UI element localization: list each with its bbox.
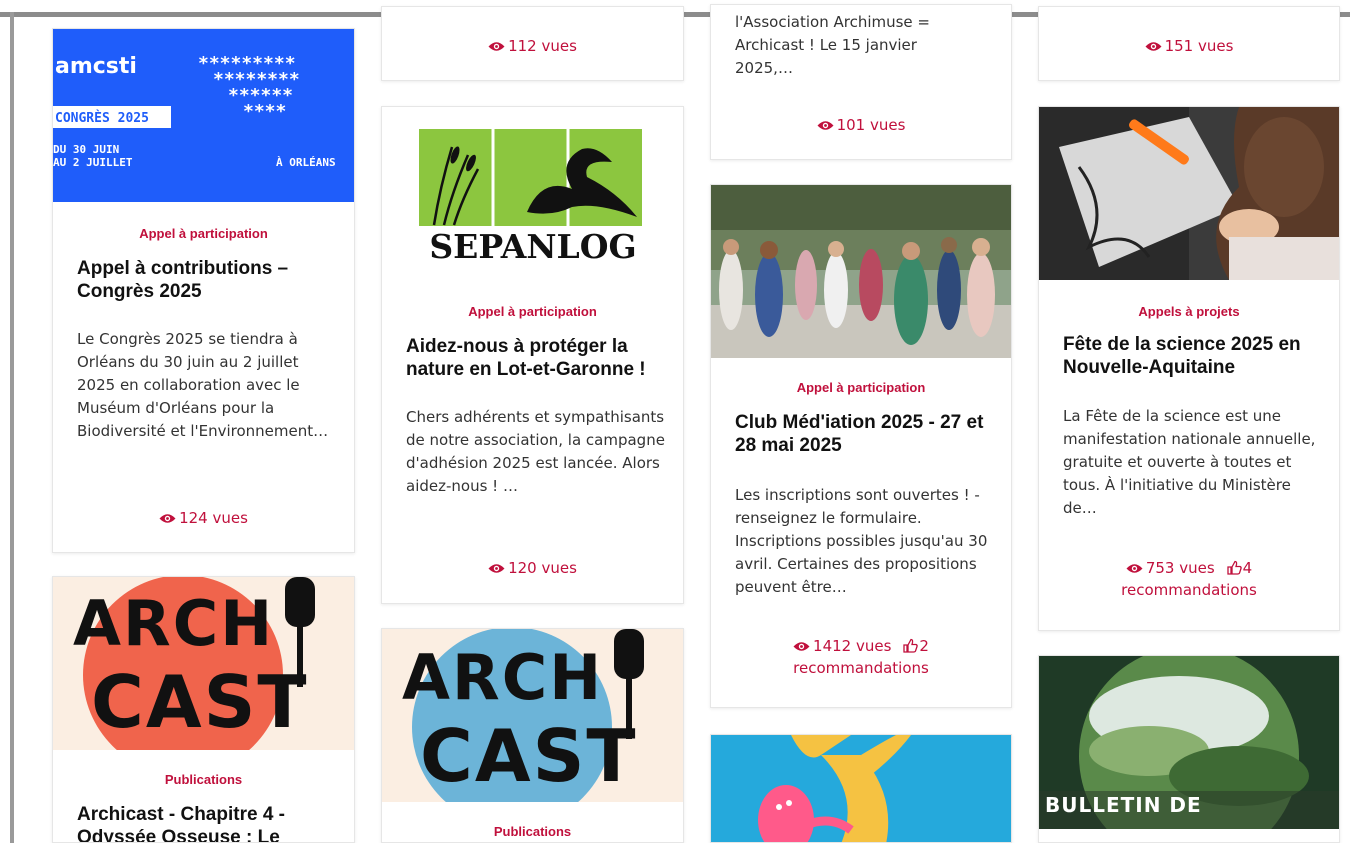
card-excerpt: l'Association Archimuse = Archicast ! Le…	[735, 13, 930, 77]
views-count: 101 vues	[836, 116, 906, 134]
card-title[interactable]: Fête de la science 2025 en Nouvelle-Aqui…	[1063, 333, 1321, 379]
card-views: 112 vues	[382, 35, 683, 57]
banner-dates-1: DU 30 JUIN	[53, 143, 119, 156]
eye-icon	[817, 121, 834, 130]
card-excerpt: Le Congrès 2025 se tiendra à Orléans du …	[77, 330, 329, 440]
thumbs-up-icon[interactable]	[903, 638, 919, 653]
banner-dates-2: AU 2 JUILLET	[53, 156, 133, 169]
card-views: 151 vues	[1039, 35, 1339, 57]
archicast-line2: CAST	[91, 660, 309, 744]
article-card-fete-science[interactable]: Appels à projets Fête de la science 2025…	[1038, 106, 1340, 631]
archicast-line1: ARCH	[73, 587, 274, 660]
sepanlog-text: SEPANLOG	[429, 227, 636, 266]
card-excerpt: La Fête de la science est une manifestat…	[1063, 407, 1316, 517]
article-card-illustration[interactable]	[710, 734, 1012, 843]
card-category[interactable]: Appel à participation	[711, 380, 1011, 395]
card-views: 101 vues	[711, 114, 1011, 136]
eye-icon	[1126, 564, 1143, 573]
card-image-glass-ball: BULLETIN DE	[1039, 656, 1339, 829]
card-excerpt: Chers adhérents et sympathisants de notr…	[406, 408, 665, 495]
card-category[interactable]: Appel à participation	[382, 304, 683, 319]
archicast-red-graphic: ARCH CAST	[53, 577, 354, 750]
article-card-archimuse-partial[interactable]: l'Association Archimuse = Archicast ! Le…	[710, 4, 1012, 160]
views-count: 124 vues	[179, 509, 248, 527]
recos-count: 2	[919, 637, 929, 655]
card-views: 753 vues 4 recommandations	[1039, 557, 1339, 601]
card-title[interactable]: Aidez-nous à protéger la nature en Lot-e…	[406, 335, 665, 381]
card-category[interactable]: Publications	[382, 824, 683, 839]
recos-label: recommandations	[793, 659, 929, 677]
recos-label: recommandations	[1121, 581, 1257, 599]
eye-icon	[793, 642, 810, 651]
eye-icon	[1145, 42, 1162, 51]
banner-brand: amcsti	[55, 54, 137, 79]
svg-text:****: ****	[243, 101, 286, 122]
archicast-line2: CAST	[420, 714, 638, 798]
archicast-line1: ARCH	[402, 641, 603, 714]
banner-tag: CONGRÈS 2025	[55, 110, 149, 126]
bulletin-caption: BULLETIN DE	[1045, 793, 1202, 817]
card-image-crowd-photo	[711, 185, 1011, 358]
card-image-archicast-red: ARCH CAST	[53, 577, 354, 750]
illustration-graphic	[711, 735, 1011, 842]
card-title[interactable]: Club Méd'iation 2025 - 27 et 28 mai 2025	[735, 411, 993, 457]
card-excerpt: Les inscriptions sont ouvertes ! - rense…	[735, 486, 988, 596]
views-count: 1412 vues	[813, 637, 892, 655]
article-card-club-mediation[interactable]: Appel à participation Club Méd'iation 20…	[710, 184, 1012, 708]
card-views: 124 vues	[53, 507, 354, 529]
archicast-blue-graphic: ARCH CAST	[382, 629, 683, 802]
card-image-archicast-blue: ARCH CAST	[382, 629, 683, 802]
article-card-partial-151[interactable]: 151 vues	[1038, 6, 1340, 81]
glass-ball-graphic: BULLETIN DE	[1039, 656, 1339, 829]
sepanlog-logo-graphic: SEPANLOG	[419, 129, 642, 266]
card-image-sepanlog-logo: SEPANLOG	[382, 107, 683, 280]
article-card-partial-112[interactable]: 112 vues	[381, 6, 684, 81]
article-card-archicast-chapitre-4[interactable]: ARCH CAST Publications Archicast - Chapi…	[52, 576, 355, 843]
card-views: 1412 vues 2 recommandations	[711, 635, 1011, 679]
card-category[interactable]: Publications	[53, 772, 354, 787]
thumbs-up-icon[interactable]	[1226, 560, 1242, 575]
banner-place: À ORLÉANS	[276, 156, 336, 169]
views-count: 112 vues	[508, 37, 577, 55]
card-title[interactable]: Appel à contributions – Congrès 2025	[77, 257, 336, 303]
card-category[interactable]: Appels à projets	[1039, 304, 1339, 319]
card-views: 120 vues	[382, 557, 683, 579]
congres-banner-graphic: amcsti ********* ******** ****** **** CO…	[53, 29, 354, 202]
recos-count: 4	[1242, 559, 1253, 577]
article-card-bulletin[interactable]: BULLETIN DE	[1038, 655, 1340, 843]
card-image-illustration	[711, 735, 1011, 842]
window-left-border	[10, 12, 14, 843]
views-count: 753 vues	[1145, 559, 1215, 577]
card-image-3d-pen-photo	[1039, 107, 1339, 280]
3d-pen-photo-graphic	[1039, 107, 1339, 280]
card-image-congres-banner: amcsti ********* ******** ****** **** CO…	[53, 29, 354, 202]
views-count: 151 vues	[1164, 37, 1234, 55]
article-card-sepanlog[interactable]: SEPANLOG Appel à participation Aidez-nou…	[381, 106, 684, 604]
article-card-archicast-publication[interactable]: ARCH CAST Publications	[381, 628, 684, 843]
card-category[interactable]: Appel à participation	[53, 226, 354, 241]
eye-icon	[488, 564, 505, 573]
views-count: 120 vues	[508, 559, 577, 577]
eye-icon	[488, 42, 505, 51]
crowd-photo-graphic	[711, 185, 1011, 358]
eye-icon	[159, 514, 176, 523]
card-title[interactable]: Archicast - Chapitre 4 - Odyssée Osseuse…	[77, 803, 336, 842]
article-card-congres-2025[interactable]: amcsti ********* ******** ****** **** CO…	[52, 28, 355, 553]
